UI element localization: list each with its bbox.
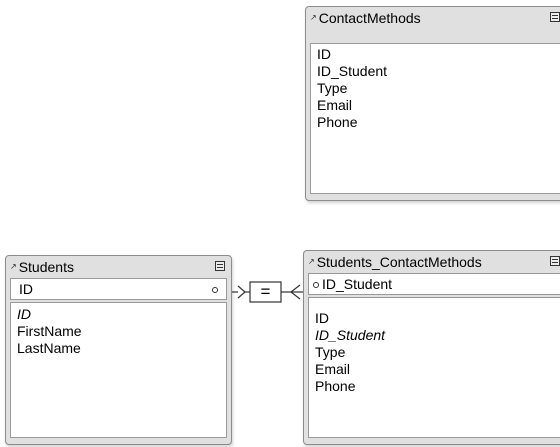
relationship-operator: = — [261, 282, 271, 301]
relationship-line[interactable]: = — [0, 0, 560, 447]
